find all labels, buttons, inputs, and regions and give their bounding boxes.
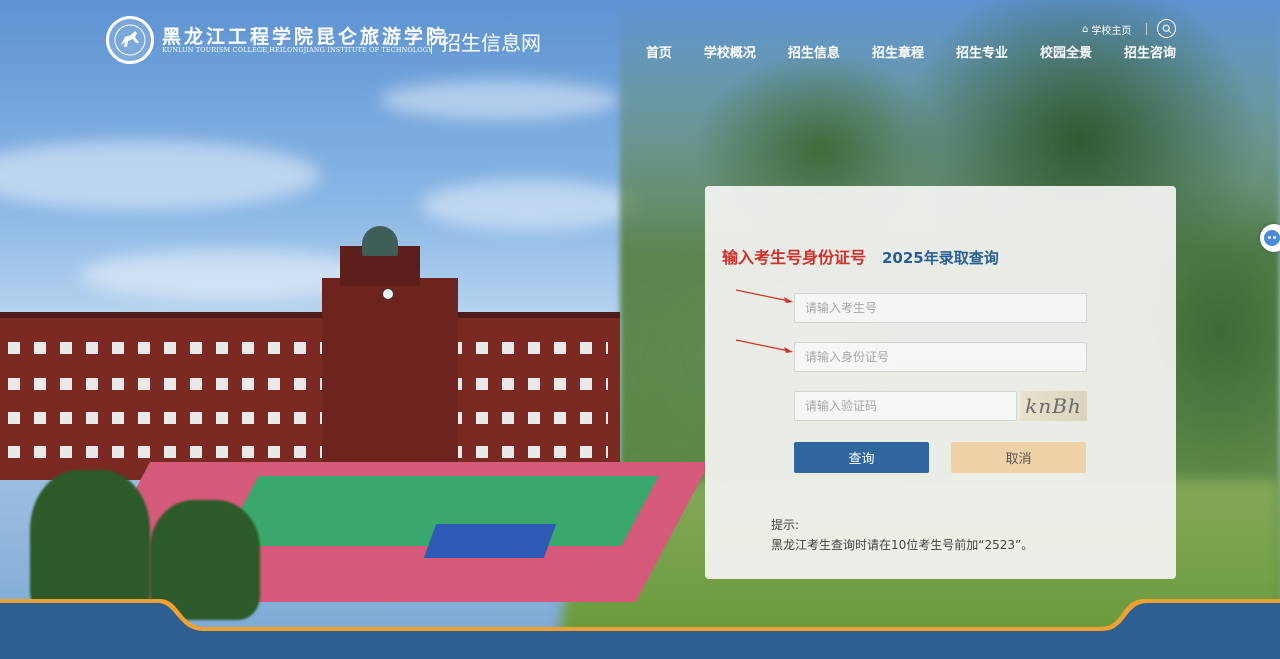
captcha-image[interactable]: knBh — [1020, 391, 1087, 421]
cancel-button[interactable]: 取消 — [951, 442, 1086, 473]
search-icon — [1162, 24, 1171, 33]
clock — [382, 288, 394, 300]
query-title: 2025年录取查询 — [882, 249, 999, 267]
top-divider — [1146, 23, 1147, 35]
nav-item-overview[interactable]: 学校概况 — [688, 45, 772, 63]
logo-horse-icon — [114, 24, 146, 56]
window-row — [8, 412, 608, 424]
exam-number-input[interactable] — [794, 293, 1087, 323]
id-number-input[interactable] — [794, 342, 1087, 372]
school-home-link[interactable]: ⌂ 学校主页 — [1082, 22, 1131, 37]
captcha-input[interactable] — [794, 391, 1017, 421]
nav-item-home[interactable]: 首页 — [630, 45, 688, 63]
nav-item-majors[interactable]: 招生专业 — [940, 45, 1024, 63]
query-button[interactable]: 查询 — [794, 442, 929, 473]
tip-text: 黑龙江考生查询时请在10位考生号前加“2523”。 — [771, 538, 1034, 552]
school-logo[interactable] — [106, 16, 154, 64]
logo-divider — [431, 28, 432, 54]
school-name-cn: 黑龙江工程学院昆仑旅游学院 — [162, 26, 449, 48]
nav-item-admission-info[interactable]: 招生信息 — [772, 45, 856, 63]
admission-query-panel: 输入考生号身份证号 2025年录取查询 knBh 查询 取消 提示: 黑龙江考生… — [705, 186, 1176, 579]
site-name: 招生信息网 — [441, 31, 541, 55]
sports-court-blue — [423, 524, 557, 558]
school-name-en: KUNLUN TOURISM COLLEGE,HEILONGJIANG INST… — [162, 46, 433, 54]
chat-bot-button[interactable] — [1260, 224, 1280, 252]
chat-bot-icon — [1264, 230, 1280, 246]
search-button[interactable] — [1157, 19, 1176, 38]
site-header: 黑龙江工程学院昆仑旅游学院 KUNLUN TOURISM COLLEGE,HEI… — [0, 0, 1280, 90]
home-icon: ⌂ — [1082, 24, 1089, 35]
nav-item-consult[interactable]: 招生咨询 — [1108, 45, 1176, 63]
window-row — [8, 446, 608, 458]
cloud — [420, 180, 640, 230]
bottom-band — [0, 599, 1280, 659]
window-row — [8, 378, 608, 390]
nav-item-campus-view[interactable]: 校园全景 — [1024, 45, 1108, 63]
nav-item-admission-rules[interactable]: 招生章程 — [856, 45, 940, 63]
input-hint-title: 输入考生号身份证号 — [722, 248, 867, 267]
window-row — [8, 342, 608, 354]
arrow-icon — [735, 289, 793, 303]
tip-label: 提示: — [771, 518, 800, 532]
building-dome — [362, 226, 398, 256]
arrow-icon — [735, 339, 793, 353]
main-nav: 首页 学校概况 招生信息 招生章程 招生专业 校园全景 招生咨询 — [630, 45, 1176, 63]
school-home-label: 学校主页 — [1091, 26, 1132, 37]
building-tower — [322, 278, 458, 478]
